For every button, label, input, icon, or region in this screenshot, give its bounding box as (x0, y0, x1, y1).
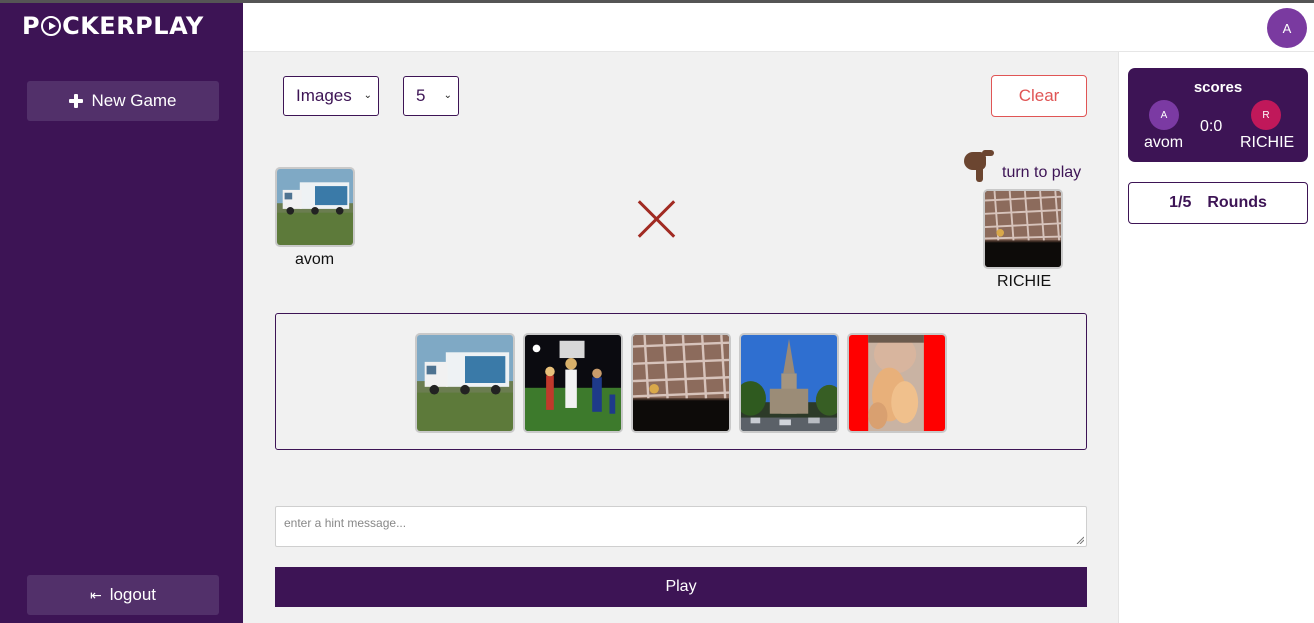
player-r-name: RICHIE (1240, 134, 1295, 151)
clear-button[interactable]: Clear (991, 75, 1087, 117)
hint-input[interactable]: enter a hint message... (275, 506, 1087, 547)
card-type-select[interactable]: Images ⌄ (283, 76, 379, 116)
gamepad-icon (69, 94, 84, 108)
card-truck[interactable] (415, 333, 515, 433)
card-tray (275, 313, 1087, 450)
play-icon (41, 16, 62, 36)
player-r-avatar: R (1251, 100, 1281, 130)
chevron-down-icon: ⌄ (363, 90, 372, 101)
card-cheerleaders[interactable] (523, 333, 623, 433)
player-right-name: RICHIE (997, 273, 1052, 290)
card-cage[interactable] (631, 333, 731, 433)
right-panel: scores A R avom 0:0 RICHIE 1/5 Rounds (1118, 52, 1314, 623)
play-button[interactable]: Play (275, 567, 1087, 607)
close-mark-icon (636, 198, 678, 240)
turn-text: turn to play (1002, 164, 1082, 181)
turn-indicator: turn to play (962, 148, 1081, 182)
player-left-card (275, 167, 355, 247)
rounds-label: Rounds (1207, 194, 1267, 211)
cage-image (985, 191, 1061, 267)
new-game-button[interactable]: New Game (27, 81, 219, 121)
card-person-with-cat[interactable] (847, 333, 947, 433)
new-game-label: New Game (91, 91, 177, 110)
player-left-name: avom (295, 251, 335, 268)
chevron-down-icon: ⌄ (443, 90, 452, 101)
sidebar: P CKERPLAY New Game ⇤ logout (0, 0, 243, 623)
scores-title: scores (1193, 79, 1243, 96)
person-with-cat-image (849, 335, 945, 431)
rounds-badge: 1/5 Rounds (1128, 182, 1308, 224)
top-header: A (243, 3, 1314, 52)
pointing-hand-icon (962, 148, 994, 182)
church-image (741, 335, 837, 431)
resize-grip-icon[interactable] (1076, 536, 1084, 544)
logout-button[interactable]: ⇤ logout (27, 575, 219, 615)
user-avatar[interactable]: A (1267, 8, 1307, 48)
truck-image (277, 169, 353, 245)
logo: P CKERPLAY (22, 12, 204, 40)
rounds-count: 1/5 (1169, 194, 1192, 211)
logout-icon: ⇤ (89, 586, 102, 603)
scores-panel: scores A R avom 0:0 RICHIE (1128, 68, 1308, 162)
cheerleaders-image (525, 335, 621, 431)
cage-image (633, 335, 729, 431)
top-border (0, 0, 1314, 3)
player-a-name: avom (1144, 134, 1184, 151)
truck-image (417, 335, 513, 431)
card-count-select[interactable]: 5 ⌄ (403, 76, 459, 116)
player-a-avatar: A (1149, 100, 1179, 130)
card-church[interactable] (739, 333, 839, 433)
score-value: 0:0 (1200, 118, 1223, 135)
player-right-card (983, 189, 1063, 269)
logout-label: logout (109, 585, 157, 604)
hint-placeholder: enter a hint message... (284, 516, 407, 530)
